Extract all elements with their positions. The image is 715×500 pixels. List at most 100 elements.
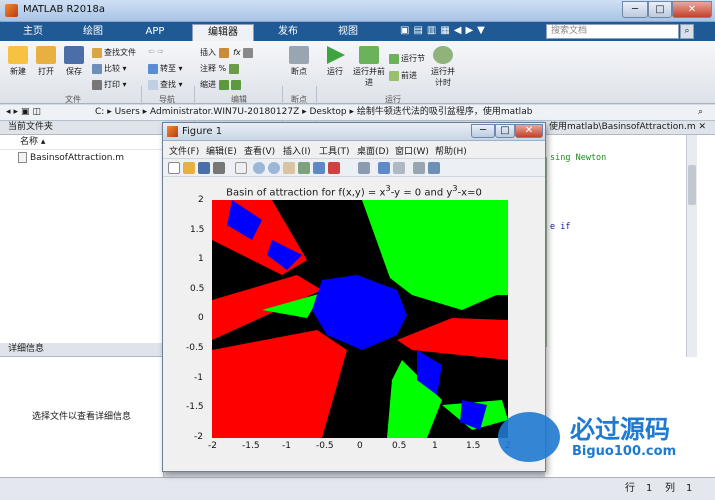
path-segment[interactable]: 绘制牛顿迭代法的吸引盆程序，使用matlab <box>357 107 533 117</box>
new-label: 新建 <box>10 67 26 76</box>
zoom-out-icon[interactable] <box>268 162 280 174</box>
menu-desktop[interactable]: 桌面(D) <box>357 144 389 157</box>
tab-publish[interactable]: 发布 <box>262 24 314 41</box>
run-and-advance-button[interactable]: 运行并前进 <box>352 46 386 88</box>
close-button[interactable]: ✕ <box>672 1 712 18</box>
hide-tools-icon[interactable] <box>413 162 425 174</box>
quick-access-icons[interactable]: ▣▤▥▦◀▶▼ <box>400 25 489 36</box>
menu-file[interactable]: 文件(F) <box>169 144 199 157</box>
window-title: MATLAB R2018a <box>23 4 106 15</box>
compare-icon <box>92 63 102 74</box>
figure-icon <box>167 126 178 137</box>
run-time-label: 运行并计时 <box>431 67 455 87</box>
menu-tools[interactable]: 工具(T) <box>319 144 350 157</box>
x-tick-label: 0 <box>357 441 363 451</box>
insert-button[interactable]: 插入 fx <box>200 47 255 58</box>
menu-help[interactable]: 帮助(H) <box>435 144 467 157</box>
title-bar: MATLAB R2018a ─ □ ✕ <box>0 0 715 22</box>
path-segment[interactable]: Users <box>115 107 140 117</box>
run-and-time-button[interactable]: 运行并计时 <box>428 46 458 88</box>
link-icon[interactable] <box>358 162 370 174</box>
menu-edit[interactable]: 编辑(E) <box>206 144 237 157</box>
y-tick-label: -0.5 <box>186 343 204 353</box>
tab-view[interactable]: 视图 <box>322 24 374 41</box>
run-section-button[interactable]: 运行节 <box>389 53 425 64</box>
list-item[interactable]: BasinsofAttraction.m <box>18 152 124 163</box>
search-input[interactable]: 搜索文档 <box>546 24 679 39</box>
data-cursor-icon[interactable] <box>313 162 325 174</box>
column-header[interactable]: 名称 ▴ <box>0 136 163 150</box>
comment-button[interactable]: 注释 % <box>200 63 241 74</box>
new-button[interactable]: 新建 <box>4 46 32 77</box>
advance-button[interactable]: 前进 <box>389 70 417 81</box>
zoom-in-icon[interactable] <box>253 162 265 174</box>
menu-insert[interactable]: 插入(I) <box>283 144 311 157</box>
print-icon[interactable] <box>213 162 225 174</box>
goto-icon <box>148 63 158 74</box>
row-label: 行 <box>625 483 635 494</box>
new-figure-icon[interactable] <box>168 162 180 174</box>
pan-icon[interactable] <box>283 162 295 174</box>
run-section-icon <box>389 53 399 64</box>
menu-window[interactable]: 窗口(W) <box>395 144 429 157</box>
minimize-button[interactable]: ─ <box>622 1 648 18</box>
search-icon[interactable]: ⌕ <box>680 24 694 39</box>
tab-editor[interactable]: 编辑器 <box>192 24 254 41</box>
group-nav-label: 导航 <box>159 95 175 104</box>
save-icon <box>64 46 84 64</box>
figure-title-bar: Figure 1 ─ □ ✕ <box>163 123 545 141</box>
y-tick-label: 1.5 <box>190 225 205 235</box>
open-label: 打开 <box>38 67 54 76</box>
breakpoints-button[interactable]: 断点 <box>285 46 313 77</box>
editor-scrollbar[interactable] <box>686 135 697 357</box>
compare-button[interactable]: 比较 ▾ <box>92 63 127 74</box>
col-value: 1 <box>686 483 693 494</box>
find-files-button[interactable]: 查找文件 <box>92 47 136 58</box>
nav-back-forward-icons[interactable]: ◂▸▣◫ <box>6 105 44 120</box>
indent-button[interactable]: 缩进 <box>200 79 243 90</box>
brush-icon[interactable] <box>328 162 340 174</box>
group-file-label: 文件 <box>65 95 81 104</box>
figure-close-button[interactable]: ✕ <box>515 124 543 138</box>
basin-plot[interactable] <box>212 200 508 438</box>
nav-arrows[interactable]: ⇦ ⇨ <box>148 47 164 56</box>
tab-plots[interactable]: 绘图 <box>70 24 116 41</box>
colorbar-icon[interactable] <box>378 162 390 174</box>
timer-icon <box>433 46 453 64</box>
figure-maximize-button[interactable]: □ <box>495 124 515 138</box>
y-tick-label: -1 <box>194 373 203 383</box>
y-tick-label: -1.5 <box>186 402 204 412</box>
maximize-button[interactable]: □ <box>648 1 672 18</box>
path-segment[interactable]: C: <box>95 107 104 117</box>
find-button[interactable]: 查找 ▾ <box>148 79 183 90</box>
open-icon[interactable] <box>183 162 195 174</box>
print-label: 打印 <box>104 80 120 89</box>
goto-button[interactable]: 转至 ▾ <box>148 63 183 74</box>
folder-icon <box>36 46 56 64</box>
fx-icon[interactable]: fx <box>233 48 241 57</box>
run-button[interactable]: 运行 <box>321 46 349 77</box>
figure-window[interactable]: Figure 1 ─ □ ✕ 文件(F) 编辑(E) 查看(V) 插入(I) 工… <box>162 122 546 472</box>
editor-tab[interactable]: 使用matlab\BasinsofAttraction.m ✕ <box>545 121 715 135</box>
current-folder-panel: 当前文件夹 名称 ▴ BasinsofAttraction.m <box>0 121 164 343</box>
scroll-thumb[interactable] <box>688 165 696 205</box>
legend-icon[interactable] <box>393 162 405 174</box>
breadcrumb[interactable]: C: ▸ Users ▸ Administrator.WIN7U-2018012… <box>95 105 532 120</box>
save-icon[interactable] <box>198 162 210 174</box>
show-tools-icon[interactable] <box>428 162 440 174</box>
rotate-icon[interactable] <box>298 162 310 174</box>
save-button[interactable]: 保存 <box>60 46 88 77</box>
address-search-icon[interactable]: ⌕ <box>698 105 703 120</box>
open-button[interactable]: 打开 <box>32 46 60 77</box>
path-segment[interactable]: Administrator.WIN7U-20180127Z <box>150 107 299 117</box>
code-editor[interactable]: sing Newton e if <box>545 135 685 357</box>
figure-minimize-button[interactable]: ─ <box>471 124 495 138</box>
pointer-icon[interactable] <box>235 162 247 174</box>
print-button[interactable]: 打印 ▾ <box>92 79 127 90</box>
x-tick-label: -1.5 <box>242 441 260 451</box>
find-icon <box>148 79 158 90</box>
path-segment[interactable]: Desktop <box>310 107 347 117</box>
tab-apps[interactable]: APP <box>130 24 180 41</box>
menu-view[interactable]: 查看(V) <box>244 144 275 157</box>
tab-home[interactable]: 主页 <box>10 24 56 41</box>
